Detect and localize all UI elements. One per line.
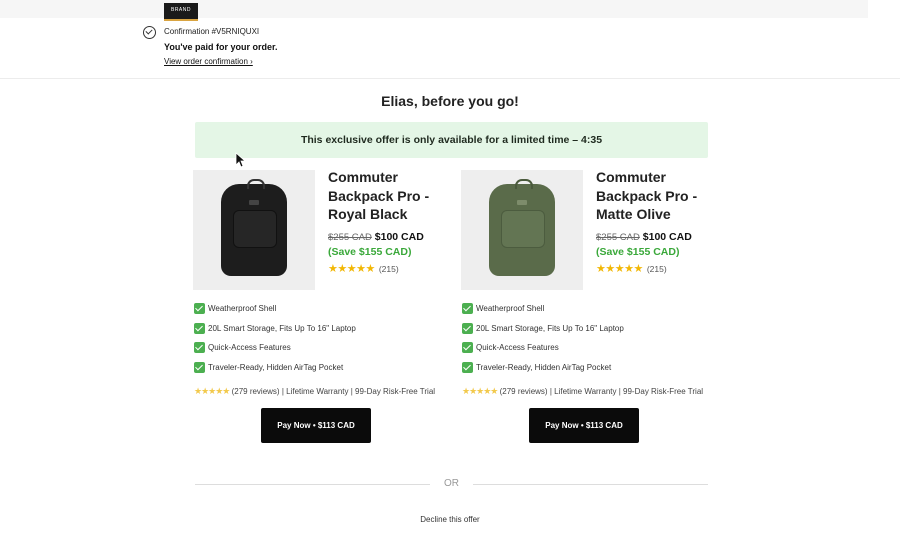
feature-item: Weatherproof Shell: [462, 299, 707, 319]
reviews-warranty-text: ★★★★★ (279 reviews) | Lifetime Warranty …: [194, 386, 439, 397]
header-strip: [0, 0, 868, 18]
feature-item: Traveler-Ready, Hidden AirTag Pocket: [462, 358, 707, 378]
checkmark-icon: [462, 303, 473, 315]
feature-item: Weatherproof Shell: [194, 299, 439, 319]
feature-label: 20L Smart Storage, Fits Up To 16" Laptop: [476, 323, 624, 333]
feature-item: 20L Smart Storage, Fits Up To 16" Laptop: [462, 319, 707, 339]
star-icons: ★★★★★: [328, 263, 375, 275]
feature-item: Traveler-Ready, Hidden AirTag Pocket: [194, 358, 439, 378]
feature-label: Quick-Access Features: [476, 343, 559, 353]
feature-list: Weatherproof Shell 20L Smart Storage, Fi…: [462, 299, 707, 377]
pay-now-button[interactable]: Pay Now • $113 CAD: [529, 408, 639, 443]
divider-line: [473, 484, 708, 485]
reviews-warranty-text: ★★★★★ (279 reviews) | Lifetime Warranty …: [462, 386, 707, 397]
check-circle-icon: [143, 26, 156, 39]
checkmark-icon: [194, 303, 205, 315]
black-backpack-icon: [221, 179, 287, 276]
feature-label: Quick-Access Features: [208, 343, 291, 353]
olive-backpack-icon: [489, 179, 555, 276]
rating-count: (215): [378, 264, 399, 274]
pay-now-button[interactable]: Pay Now • $113 CAD: [261, 408, 371, 443]
feature-label: Traveler-Ready, Hidden AirTag Pocket: [208, 362, 344, 372]
reviews-summary: (279 reviews) | Lifetime Warranty | 99-D…: [231, 387, 436, 396]
feature-item: Quick-Access Features: [462, 338, 707, 358]
or-divider: OR: [195, 478, 708, 490]
price-line: $255 CAD $100 CAD: [596, 231, 692, 243]
mouse-cursor-icon: [235, 152, 245, 168]
product-card-matte-olive: Commuter Backpack Pro - Matte Olive $255…: [461, 168, 711, 448]
brand-logo: BRAND: [164, 3, 198, 21]
star-icons: ★★★★★: [596, 263, 643, 275]
feature-label: Traveler-Ready, Hidden AirTag Pocket: [476, 362, 612, 372]
price-line: $255 CAD $100 CAD: [328, 231, 424, 243]
feature-list: Weatherproof Shell 20L Smart Storage, Fi…: [194, 299, 439, 377]
checkmark-icon: [462, 342, 473, 354]
feature-label: Weatherproof Shell: [476, 304, 545, 314]
product-image: [193, 170, 315, 290]
product-title: Commuter Backpack Pro - Royal Black: [328, 169, 430, 222]
sale-price: $100 CAD: [642, 231, 692, 243]
product-image: [461, 170, 583, 290]
paid-message: You've paid for your order.: [164, 42, 278, 52]
star-rating: ★★★★★ (215): [328, 262, 399, 275]
checkmark-icon: [194, 361, 205, 373]
original-price: $255 CAD: [328, 232, 372, 243]
view-order-confirmation-link[interactable]: View order confirmation ›: [164, 57, 253, 66]
checkmark-icon: [194, 342, 205, 354]
checkmark-icon: [194, 322, 205, 334]
page-heading: Elias, before you go!: [381, 93, 519, 109]
product-card-royal-black: Commuter Backpack Pro - Royal Black $255…: [193, 168, 443, 448]
checkmark-icon: [462, 322, 473, 334]
sale-price: $100 CAD: [374, 231, 424, 243]
rating-count: (215): [646, 264, 667, 274]
decline-offer-link[interactable]: Decline this offer: [0, 515, 900, 524]
checkmark-icon: [462, 361, 473, 373]
confirmation-number: Confirmation #V5RNIQUXI: [164, 27, 260, 36]
product-title: Commuter Backpack Pro - Matte Olive: [596, 169, 698, 222]
feature-label: 20L Smart Storage, Fits Up To 16" Laptop: [208, 323, 356, 333]
reviews-summary: (279 reviews) | Lifetime Warranty | 99-D…: [499, 387, 704, 396]
original-price: $255 CAD: [596, 232, 640, 243]
review-star-icons: ★★★★★: [462, 386, 498, 396]
star-rating: ★★★★★ (215): [596, 262, 667, 275]
review-star-icons: ★★★★★: [194, 386, 230, 396]
feature-item: Quick-Access Features: [194, 338, 439, 358]
limited-offer-banner: This exclusive offer is only available f…: [195, 122, 708, 158]
savings-text: (Save $155 CAD): [328, 246, 412, 258]
order-confirmation-header: BRAND Confirmation #V5RNIQUXI You've pai…: [0, 0, 900, 79]
savings-text: (Save $155 CAD): [596, 246, 680, 258]
feature-item: 20L Smart Storage, Fits Up To 16" Laptop: [194, 319, 439, 339]
feature-label: Weatherproof Shell: [208, 304, 277, 314]
